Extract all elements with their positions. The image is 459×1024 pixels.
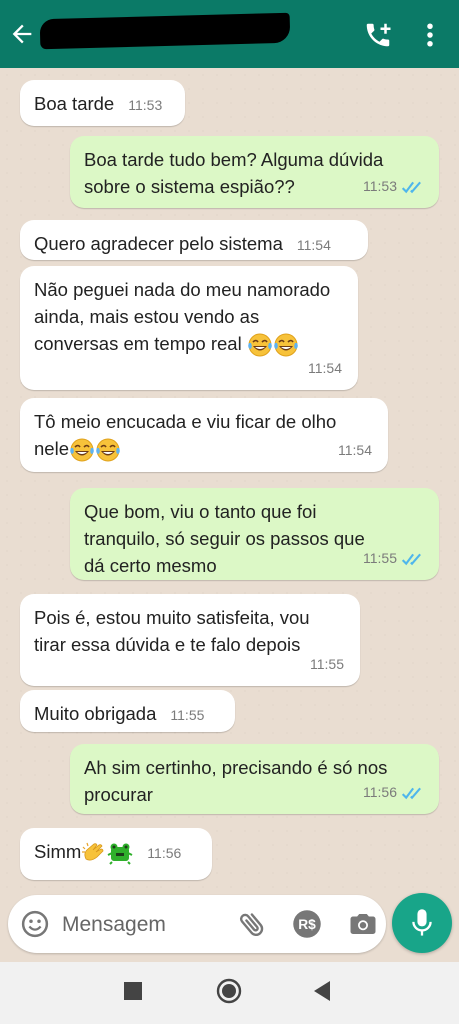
message-bubble[interactable]: Simm 11:56 — [20, 828, 212, 880]
double-check-icon — [401, 552, 422, 565]
face-with-tears-of-joy-icon — [247, 333, 273, 357]
message-time: 11:55 — [310, 656, 344, 672]
message-bubble[interactable]: Que bom, viu o tanto que foi tranquilo, … — [70, 488, 439, 580]
message-composer: R$ — [8, 895, 386, 953]
voice-record-button[interactable] — [392, 893, 452, 953]
message-text: Simm — [34, 841, 82, 862]
clapping-hands-icon — [82, 842, 104, 861]
message-bubble[interactable]: Ah sim certinho, precisando é só nos pro… — [70, 744, 439, 814]
payment-icon[interactable]: R$ — [292, 909, 322, 939]
message-text: Boa tarde tudo bem? Alguma dúvida sobre … — [84, 149, 384, 197]
double-check-icon — [401, 180, 422, 193]
chat-header — [0, 0, 459, 68]
message-time: 11:56 — [363, 784, 397, 800]
vertical-dots-icon[interactable] — [422, 20, 438, 50]
message-status: 11:54 — [308, 355, 342, 382]
chat-area[interactable]: Boa tarde 11:53 Boa tarde tudo bem? Algum… — [0, 68, 459, 893]
message-time: 11:54 — [308, 360, 342, 376]
face-with-tears-of-joy-icon — [69, 438, 95, 462]
message-time: 11:56 — [147, 845, 182, 861]
camera-icon[interactable] — [348, 909, 378, 939]
message-time: 11:54 — [338, 442, 372, 458]
svg-text:R$: R$ — [298, 917, 316, 932]
message-status: 11:54 — [338, 437, 372, 464]
message-status: 11:55 — [310, 651, 344, 678]
frog-icon — [107, 843, 133, 865]
message-bubble[interactable]: Tô meio encucada e viu ficar de olho nel… — [20, 398, 388, 472]
message-time: 11:53 — [363, 178, 397, 194]
message-time: 11:55 — [363, 550, 397, 566]
microphone-icon — [412, 909, 432, 936]
home-icon[interactable] — [216, 978, 242, 1004]
message-bubble[interactable]: Quero agradecer pelo sistema 11:54 — [20, 220, 368, 260]
add-call-icon[interactable] — [363, 20, 393, 50]
message-bubble[interactable]: Boa tarde tudo bem? Alguma dúvida sobre … — [70, 136, 439, 208]
message-bubble[interactable]: Boa tarde 11:53 — [20, 80, 185, 126]
face-with-tears-of-joy-icon — [273, 333, 299, 357]
contact-name-redacted[interactable] — [39, 12, 291, 50]
message-text: Muito obrigada — [34, 703, 157, 724]
message-text: Boa tarde — [34, 93, 115, 114]
system-navigation-bar — [0, 962, 459, 1024]
message-status: 11:53 — [363, 173, 423, 200]
message-text: Que bom, viu o tanto que foi tranquilo, … — [84, 501, 365, 576]
message-content: Tô meio encucada e viu ficar de olho nel… — [34, 408, 374, 462]
recents-icon[interactable] — [124, 982, 142, 1000]
message-input[interactable] — [60, 907, 224, 943]
back-icon[interactable] — [312, 980, 332, 1002]
emoji-icon[interactable] — [20, 909, 50, 939]
message-bubble[interactable]: Pois é, estou muito satisfeita, vou tira… — [20, 594, 360, 686]
message-time: 11:54 — [296, 237, 331, 253]
message-text: Pois é, estou muito satisfeita, vou tira… — [34, 607, 310, 655]
message-text: Quero agradecer pelo sistema — [34, 233, 283, 254]
message-content: Não peguei nada do meu namorado ainda, m… — [34, 276, 344, 357]
message-bubble[interactable]: Não peguei nada do meu namorado ainda, m… — [20, 266, 358, 390]
double-check-icon — [401, 786, 422, 799]
message-bubble[interactable]: Muito obrigada 11:55 — [20, 690, 235, 732]
face-with-tears-of-joy-icon — [95, 438, 121, 462]
attach-icon[interactable] — [236, 908, 268, 940]
message-time: 11:53 — [128, 97, 163, 113]
arrow-left-icon[interactable] — [8, 20, 36, 48]
message-status: 11:55 — [363, 545, 423, 572]
message-time: 11:55 — [170, 707, 205, 723]
message-status: 11:56 — [363, 779, 423, 806]
